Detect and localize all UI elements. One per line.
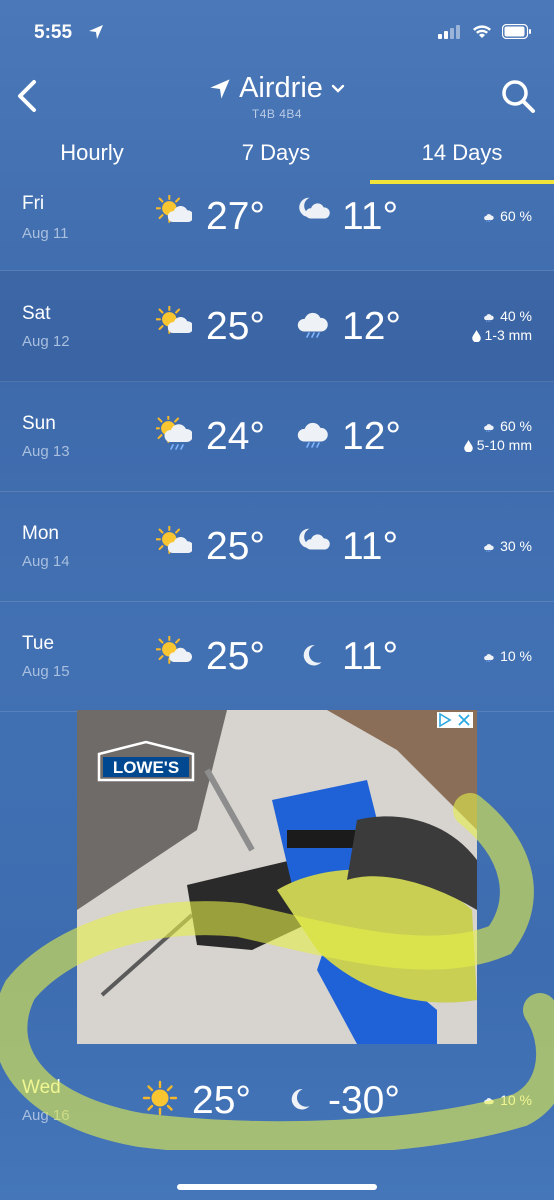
location-arrow-icon <box>89 25 103 39</box>
low-temp: 11° <box>342 525 399 568</box>
sun-cloud-rain-icon <box>156 416 192 450</box>
sun-cloud-icon <box>156 636 192 664</box>
precip-info: 60 % 5-10 mm <box>463 417 532 456</box>
day-date: Aug 15 <box>22 663 70 680</box>
day-date: Aug 12 <box>22 333 70 350</box>
low-temp: -30° <box>328 1079 400 1122</box>
adchoices-icon[interactable] <box>437 712 473 728</box>
forecast-row[interactable]: Tue Aug 15 25° 11° 10 % <box>0 601 554 712</box>
location-arrow-icon <box>210 78 230 99</box>
sun-cloud-icon <box>156 195 192 223</box>
forecast-row[interactable]: Wed Aug 16 25° -30° 10 % <box>0 1045 554 1155</box>
raindrop-icon <box>471 328 481 346</box>
day-date: Aug 13 <box>22 443 70 460</box>
moon-icon <box>303 645 322 666</box>
cloud-rain-small-icon <box>480 418 496 436</box>
active-tab-indicator <box>370 180 554 184</box>
high-temp: 27° <box>206 195 265 238</box>
forecast-row[interactable]: Sun Aug 13 24° 12° 60 % 5-10 mm <box>0 381 554 492</box>
moon-icon <box>291 1089 310 1110</box>
day-date: Aug 11 <box>22 225 69 242</box>
day-date: Aug 16 <box>22 1107 70 1124</box>
precip-info: 40 % 1-3 mm <box>471 307 532 346</box>
day-name: Fri <box>22 193 45 214</box>
precip-chance: 60 % <box>500 418 532 434</box>
low-temp: 12° <box>342 415 401 458</box>
day-name: Tue <box>22 633 55 654</box>
status-icons <box>438 24 532 39</box>
precip-chance: 10 % <box>500 648 532 664</box>
status-time: 5:55 <box>34 22 73 43</box>
cloud-rain-small-icon <box>480 648 496 666</box>
moon-cloud-icon <box>299 528 330 550</box>
high-temp: 25° <box>206 635 265 678</box>
tab-hourly[interactable]: Hourly <box>0 140 184 166</box>
precip-chance: 60 % <box>500 208 532 224</box>
high-temp: 25° <box>206 525 265 568</box>
wifi-icon <box>473 25 491 38</box>
search-icon[interactable] <box>498 76 538 116</box>
forecast-row[interactable]: Mon Aug 14 25° 11° 30 % <box>0 491 554 602</box>
precip-chance: 10 % <box>500 1092 532 1108</box>
high-temp: 25° <box>206 305 265 348</box>
postal-code: T4B 4B4 <box>251 107 303 121</box>
home-indicator[interactable] <box>177 1184 377 1190</box>
sun-cloud-icon <box>156 306 192 334</box>
forecast-row[interactable]: Sat Aug 12 25° 12° 40 % 1-3 mm <box>0 271 554 382</box>
header: Airdrie T4B 4B4 <box>0 64 554 124</box>
cloud-rain-small-icon <box>480 308 496 326</box>
precip-amount: 5-10 mm <box>476 437 532 454</box>
location-name: Airdrie <box>239 72 323 104</box>
advertisement-banner[interactable]: LOWE'S <box>77 710 477 1044</box>
moon-cloud-icon <box>299 197 330 219</box>
status-bar: 5:55 <box>0 0 554 60</box>
high-temp: 24° <box>206 415 265 458</box>
forecast-row[interactable]: Fri Aug 11 27° 11° 60 % <box>0 185 554 271</box>
day-name: Sun <box>22 413 56 434</box>
low-temp: 11° <box>342 635 399 678</box>
forecast-tabs: Hourly 7 Days 14 Days <box>0 128 554 184</box>
sun-cloud-icon <box>156 526 192 554</box>
sun-icon <box>142 1080 178 1116</box>
cloud-rain-small-icon <box>480 208 496 226</box>
precip-amount: 1-3 mm <box>484 327 532 344</box>
lowes-logo: LOWE'S <box>97 740 195 782</box>
day-name: Wed <box>22 1077 61 1098</box>
cloud-rain-icon <box>297 312 328 338</box>
svg-text:LOWE'S: LOWE'S <box>113 758 179 777</box>
day-date: Aug 14 <box>22 553 70 570</box>
chevron-down-icon <box>331 84 345 93</box>
low-temp: 12° <box>342 305 401 348</box>
raindrop-icon <box>463 438 473 456</box>
precip-info: 10 % <box>480 647 532 666</box>
tab-14-days[interactable]: 14 Days <box>370 140 554 166</box>
day-name: Sat <box>22 303 51 324</box>
low-temp: 11° <box>342 195 399 238</box>
signal-icon <box>438 24 460 39</box>
precip-chance: 40 % <box>500 308 532 324</box>
precip-chance: 30 % <box>500 538 532 554</box>
high-temp: 25° <box>192 1079 251 1122</box>
precip-info: 30 % <box>480 537 532 556</box>
location-selector[interactable]: Airdrie T4B 4B4 <box>0 72 554 121</box>
battery-icon <box>502 24 531 39</box>
cloud-rain-icon <box>297 422 328 448</box>
tab-7-days[interactable]: 7 Days <box>184 140 368 166</box>
cloud-rain-small-icon <box>480 1092 496 1110</box>
day-name: Mon <box>22 523 59 544</box>
precip-info: 60 % <box>480 207 532 226</box>
cloud-rain-small-icon <box>480 538 496 556</box>
precip-info: 10 % <box>480 1091 532 1110</box>
